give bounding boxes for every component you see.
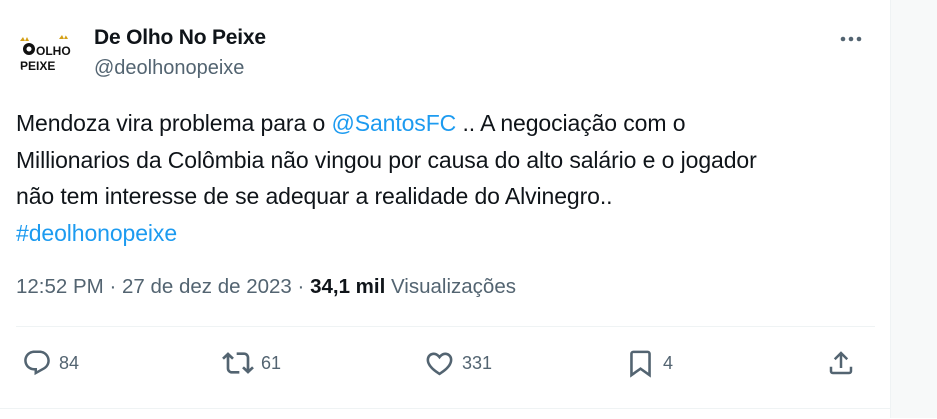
meta-separator: · bbox=[297, 275, 305, 298]
bottom-divider bbox=[0, 408, 891, 419]
like-button[interactable]: 331 bbox=[424, 346, 492, 380]
meta-separator: · bbox=[109, 275, 117, 298]
display-name[interactable]: De Olho No Peixe bbox=[94, 26, 266, 50]
avatar-logo-icon: OLHO PEIXE bbox=[16, 25, 72, 81]
bookmark-count: 4 bbox=[663, 352, 674, 373]
divider bbox=[16, 326, 875, 327]
avatar[interactable]: OLHO PEIXE bbox=[16, 25, 72, 81]
repost-count: 61 bbox=[261, 352, 282, 373]
share-icon bbox=[829, 351, 853, 375]
reply-count: 84 bbox=[59, 352, 80, 373]
avatar-text-top: OLHO bbox=[36, 44, 71, 58]
mention-link[interactable]: @SantosFC bbox=[331, 110, 456, 136]
more-dots-icon bbox=[840, 36, 862, 42]
more-options-button[interactable] bbox=[834, 24, 868, 54]
bookmark-button[interactable]: 4 bbox=[625, 346, 673, 380]
tweet-text-part: Mendoza vira problema para o bbox=[16, 110, 332, 136]
tweet-line-3: não tem interesse de se adequar a realid… bbox=[16, 183, 613, 209]
tweet-date[interactable]: 27 de dez de 2023 bbox=[122, 275, 292, 298]
user-handle[interactable]: @deolhonopeixe bbox=[94, 57, 244, 80]
tweet-card: OLHO PEIXE De Olho No Peixe @deolhonopei… bbox=[0, 0, 891, 419]
bookmark-icon bbox=[630, 350, 651, 378]
repost-button[interactable]: 61 bbox=[222, 346, 281, 380]
views-label: Visualizações bbox=[391, 275, 516, 298]
avatar-text-bottom: PEIXE bbox=[20, 59, 55, 73]
tweet-meta: 12:52 PM · 27 de dez de 2023 · 34,1 mil … bbox=[16, 275, 516, 299]
reply-icon bbox=[24, 350, 50, 376]
hashtag-link[interactable]: #deolhonopeixe bbox=[16, 220, 177, 246]
tweet-line-2: Millionarios da Colômbia não vingou por … bbox=[16, 146, 757, 173]
views-count: 34,1 mil bbox=[310, 275, 386, 298]
share-button[interactable] bbox=[826, 346, 856, 380]
tweet-line-1: Mendoza vira problema para o @SantosFC .… bbox=[16, 105, 876, 142]
tweet-text: Mendoza vira problema para o @SantosFC .… bbox=[16, 105, 876, 251]
reply-button[interactable]: 84 bbox=[22, 346, 79, 380]
tweet-text-part: .. A negociação com o bbox=[456, 110, 686, 136]
heart-icon bbox=[426, 352, 453, 375]
repost-icon bbox=[222, 352, 254, 374]
like-count: 331 bbox=[462, 352, 493, 373]
right-side-panel bbox=[890, 0, 937, 418]
tweet-time[interactable]: 12:52 PM bbox=[16, 275, 104, 298]
